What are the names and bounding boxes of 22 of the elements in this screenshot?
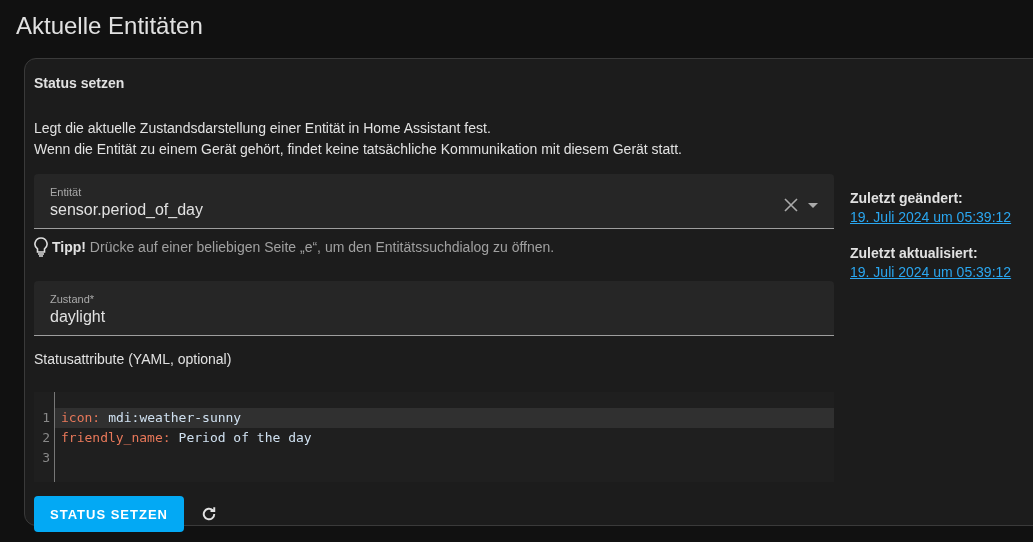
hint-text: Tipp! Drücke auf einer beliebigen Seite „e“, um den Entitätssuchdialog zu öffnen.	[52, 239, 555, 255]
attributes-label: Statusattribute (YAML, optional)	[34, 351, 233, 367]
info-label: Zuletzt geändert:	[850, 190, 964, 206]
state-field[interactable]: Zustand* daylight	[34, 281, 834, 336]
timestamp-link[interactable]: 19. Juli 2024 um 05:39:12	[850, 264, 1012, 280]
field-label: Entität	[50, 186, 83, 198]
clear-icon[interactable]	[784, 198, 798, 212]
entity-field[interactable]: Entität sensor.period_of_day	[34, 174, 834, 229]
page-title: Aktuelle Entitäten	[16, 12, 204, 40]
line-number: 3	[41, 449, 51, 467]
line-number: 1	[41, 409, 51, 427]
timestamp-link[interactable]: 19. Juli 2024 um 05:39:12	[850, 209, 1012, 225]
field-value: sensor.period_of_day	[50, 201, 204, 219]
lightbulb-icon	[34, 237, 48, 257]
card-title: Status setzen	[34, 75, 126, 91]
field-value: daylight	[50, 308, 107, 326]
description-text: Legt die aktuelle Zustandsdarstellung einer Entität in Home Assistant fest.	[34, 119, 492, 138]
description-text: Wenn die Entität zu einem Gerät gehört, findet keine tatsächliche Kommunikation mit diesem Gerät statt.	[34, 140, 683, 159]
dropdown-caret-icon[interactable]	[808, 203, 818, 208]
field-label: Zustand*	[50, 293, 96, 305]
line-number: 2	[41, 429, 51, 447]
info-label: Zuletzt aktualisiert:	[850, 245, 979, 261]
